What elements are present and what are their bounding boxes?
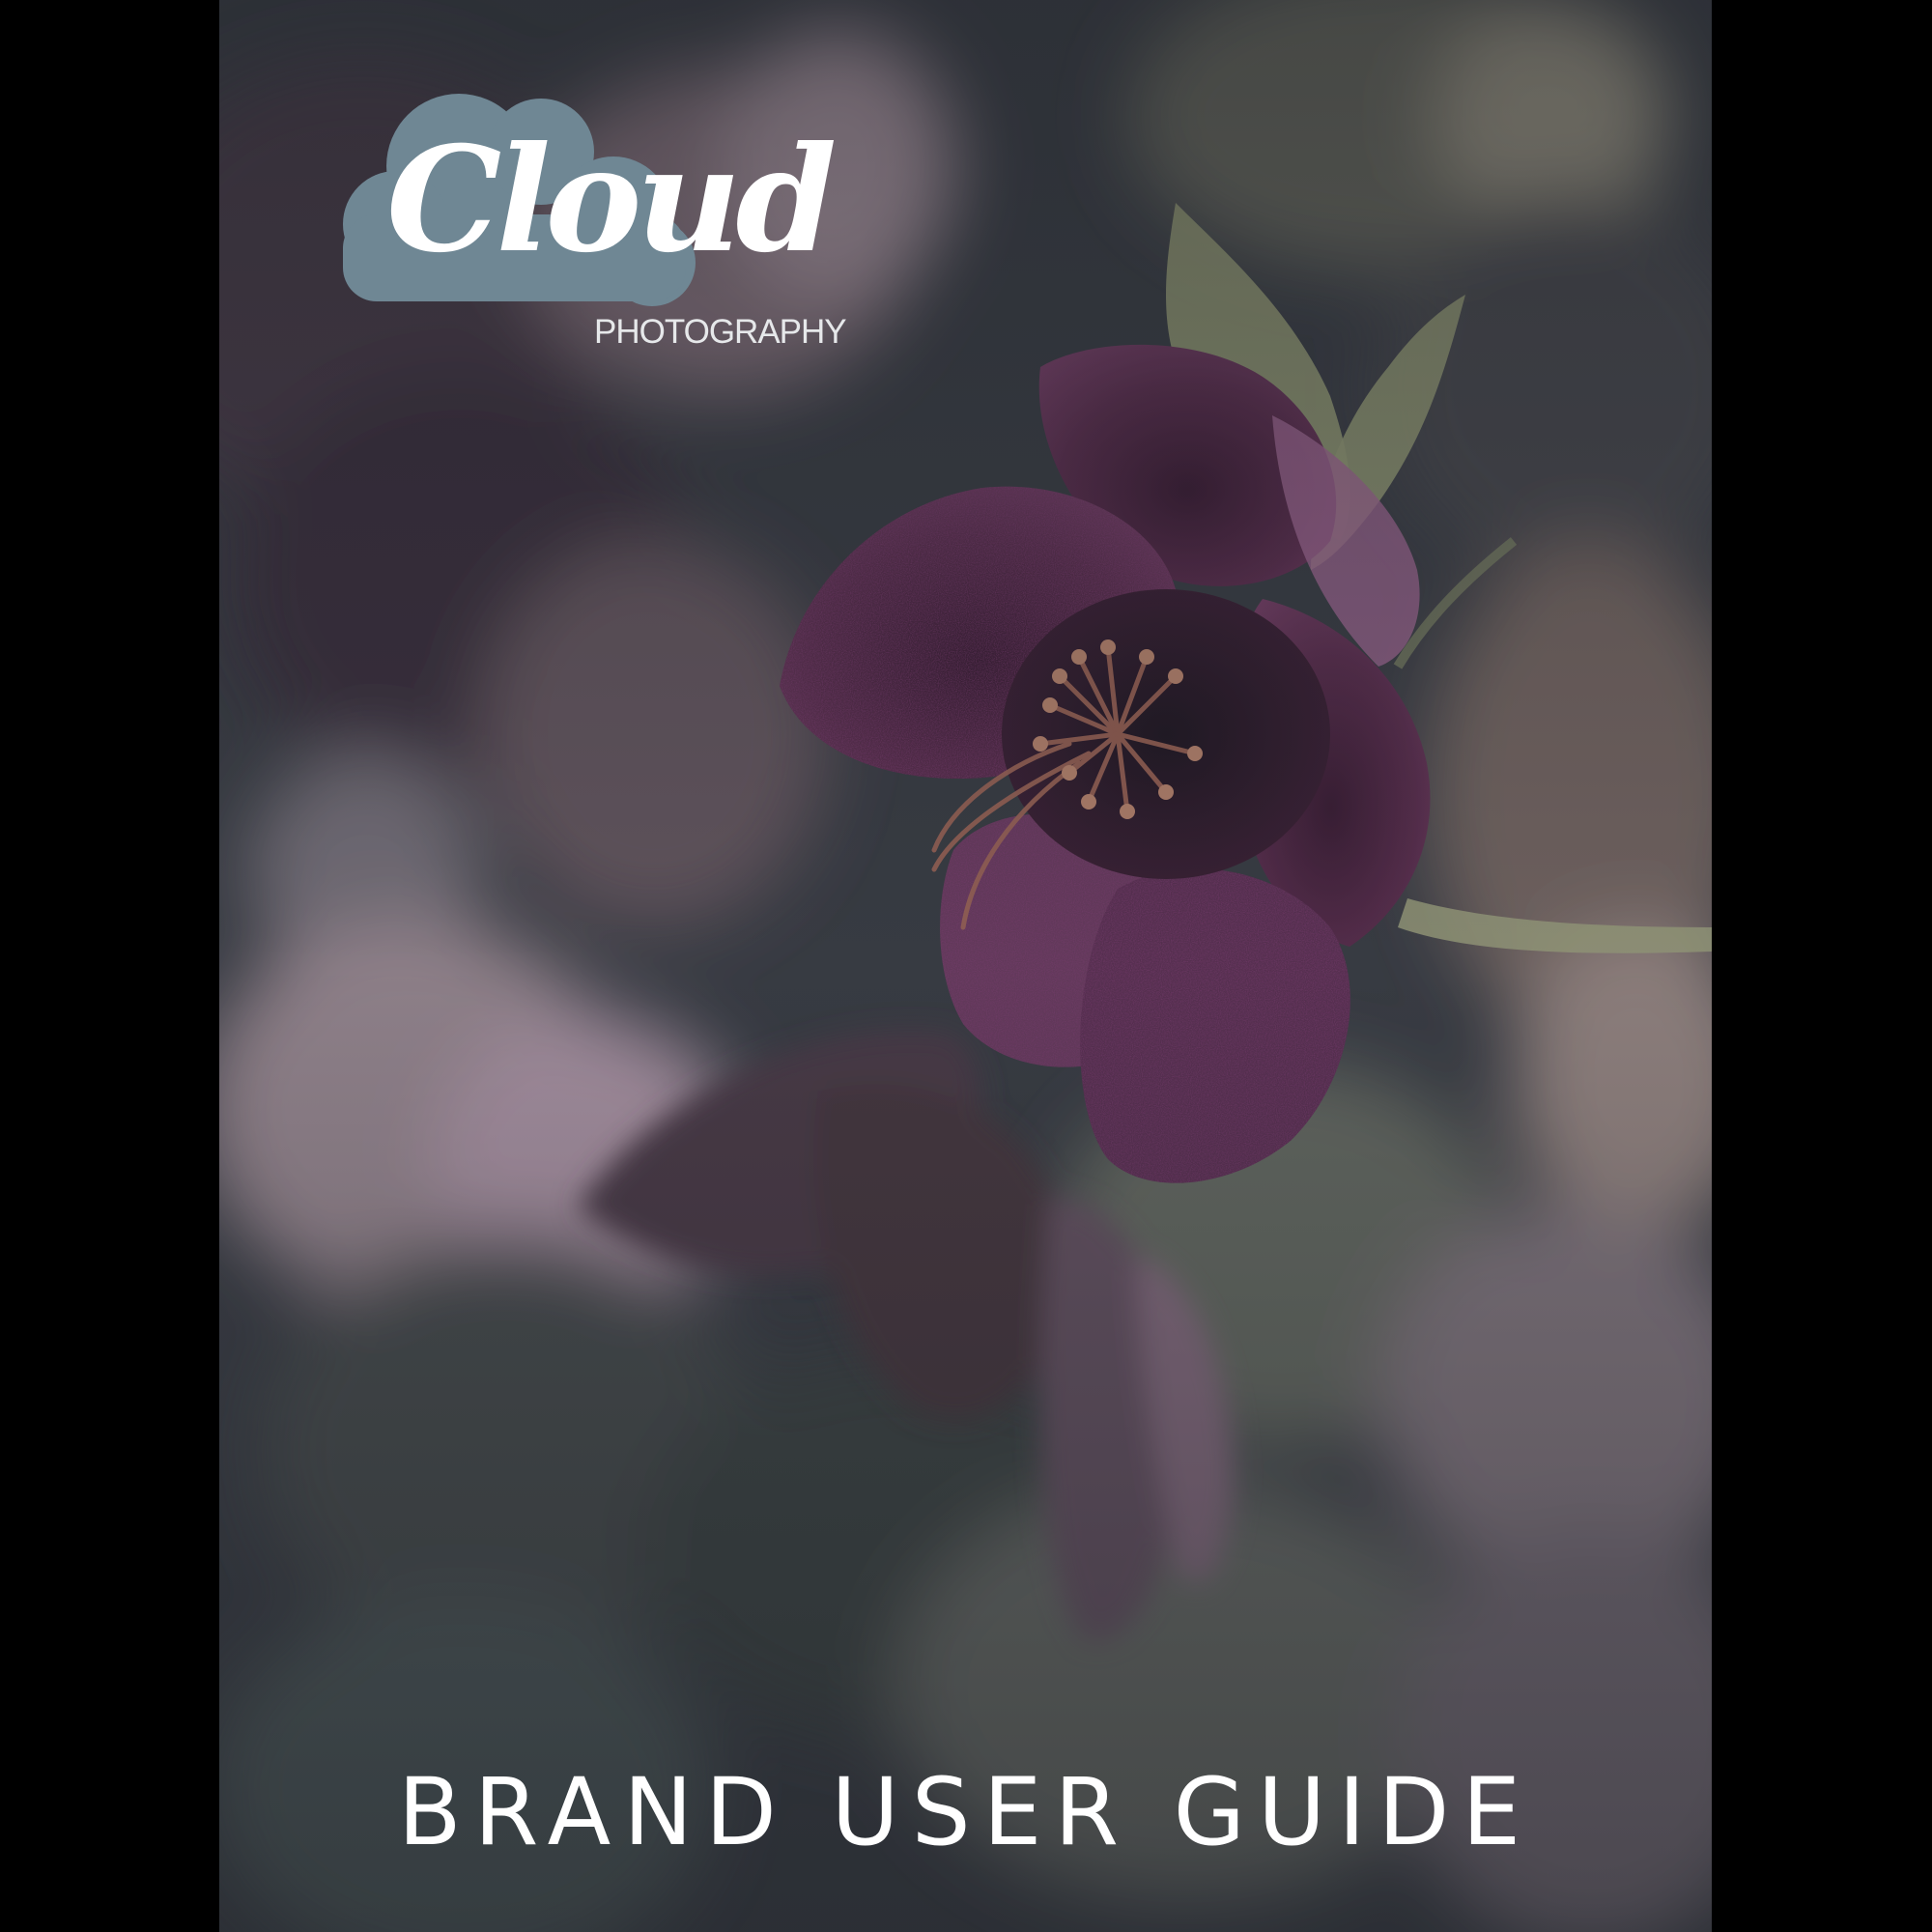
page-frame: Cloud PHOTOGRAPHY BRAND USER GUIDE [0, 0, 1932, 1932]
logo-subtitle: PHOTOGRAPHY [594, 313, 847, 351]
cover-page: Cloud PHOTOGRAPHY BRAND USER GUIDE [219, 0, 1712, 1932]
brand-logo: Cloud PHOTOGRAPHY [333, 89, 847, 359]
cover-title: BRAND USER GUIDE [397, 1758, 1534, 1866]
logo-wordmark: Cloud [386, 115, 837, 285]
